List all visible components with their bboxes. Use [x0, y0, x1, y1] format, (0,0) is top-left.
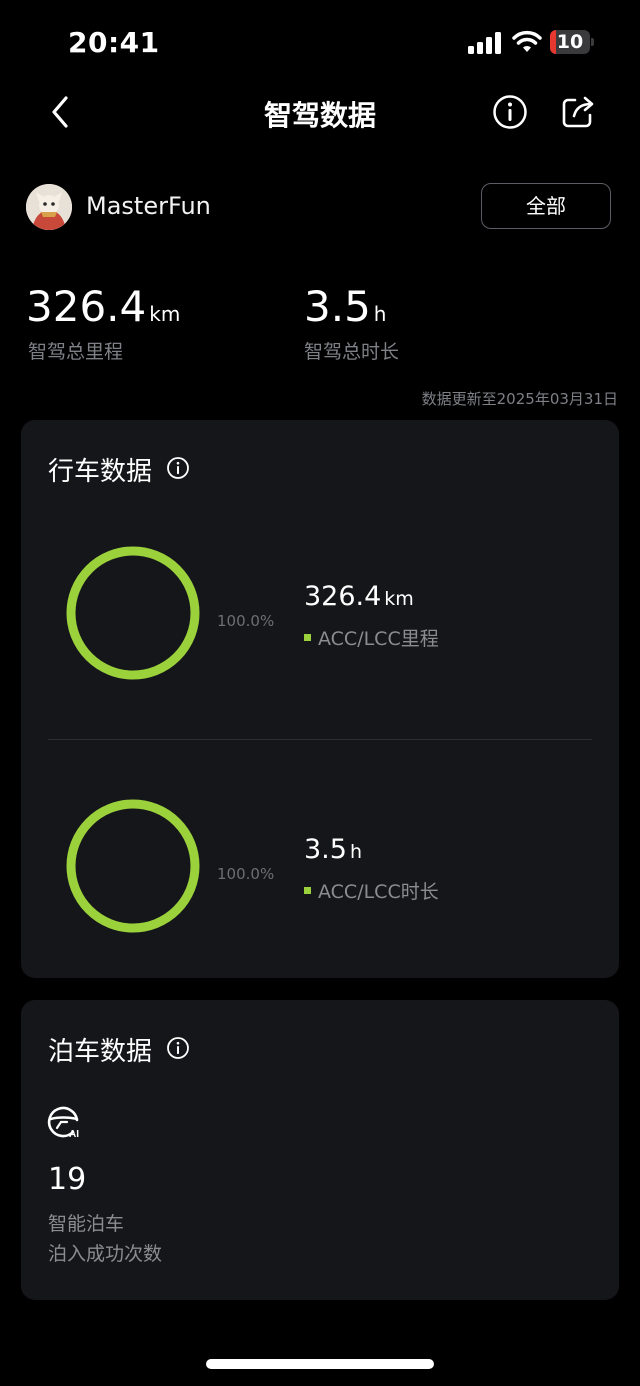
- distance-legend: ACC/LCC里程: [304, 624, 439, 651]
- card-divider: [48, 739, 592, 740]
- total-distance-unit: km: [149, 302, 181, 326]
- distance-ring-chart: [66, 546, 200, 680]
- total-distance: 326.4 km: [26, 282, 180, 331]
- driving-info-icon[interactable]: [166, 456, 190, 480]
- home-indicator[interactable]: [206, 1359, 434, 1369]
- total-duration: 3.5 h: [304, 282, 386, 331]
- legend-dot: [304, 887, 311, 894]
- distance-percent-label: 100.0%: [217, 612, 275, 630]
- parking-label-line2: 泊入成功次数: [48, 1243, 163, 1265]
- battery-level: 10: [556, 31, 584, 53]
- cellular-signal-icon: [468, 32, 501, 54]
- avatar[interactable]: [26, 184, 72, 230]
- info-icon[interactable]: [492, 94, 528, 130]
- distance-metric-value: 326.4: [304, 581, 382, 612]
- total-duration-value: 3.5: [304, 282, 371, 331]
- username: MasterFun: [86, 192, 211, 220]
- share-icon[interactable]: [560, 94, 596, 130]
- legend-dot: [304, 634, 311, 641]
- duration-metric-unit: h: [349, 841, 362, 863]
- total-distance-value: 326.4: [26, 282, 147, 331]
- page-title: 智驾数据: [263, 99, 376, 132]
- total-duration-unit: h: [373, 302, 387, 326]
- distance-legend-label: ACC/LCC里程: [318, 628, 439, 650]
- battery-indicator: 10: [550, 30, 596, 56]
- duration-percent-label: 100.0%: [217, 865, 275, 883]
- distance-metric-unit: km: [384, 588, 414, 610]
- driving-data-title: 行车数据: [48, 457, 153, 487]
- ai-parking-icon: AI: [47, 1106, 79, 1138]
- total-distance-label: 智驾总里程: [28, 341, 124, 363]
- duration-legend: ACC/LCC时长: [304, 877, 439, 904]
- svg-text:AI: AI: [69, 1129, 79, 1138]
- status-time: 20:41: [68, 26, 160, 59]
- parking-info-icon[interactable]: [166, 1036, 190, 1060]
- filter-all-button[interactable]: 全部: [481, 183, 611, 229]
- distance-metric: 326.4 km: [304, 581, 414, 612]
- parking-data-title: 泊车数据: [48, 1037, 153, 1067]
- update-note: 数据更新至2025年03月31日: [421, 390, 618, 408]
- duration-legend-label: ACC/LCC时长: [318, 881, 439, 903]
- duration-metric-value: 3.5: [304, 834, 347, 865]
- wifi-icon: [512, 30, 542, 52]
- duration-ring-chart: [66, 799, 200, 933]
- total-duration-label: 智驾总时长: [304, 341, 400, 363]
- parking-label-line1: 智能泊车: [48, 1213, 125, 1235]
- parking-count: 19: [48, 1162, 87, 1197]
- avatar-image: [26, 184, 72, 230]
- duration-metric: 3.5 h: [304, 834, 362, 865]
